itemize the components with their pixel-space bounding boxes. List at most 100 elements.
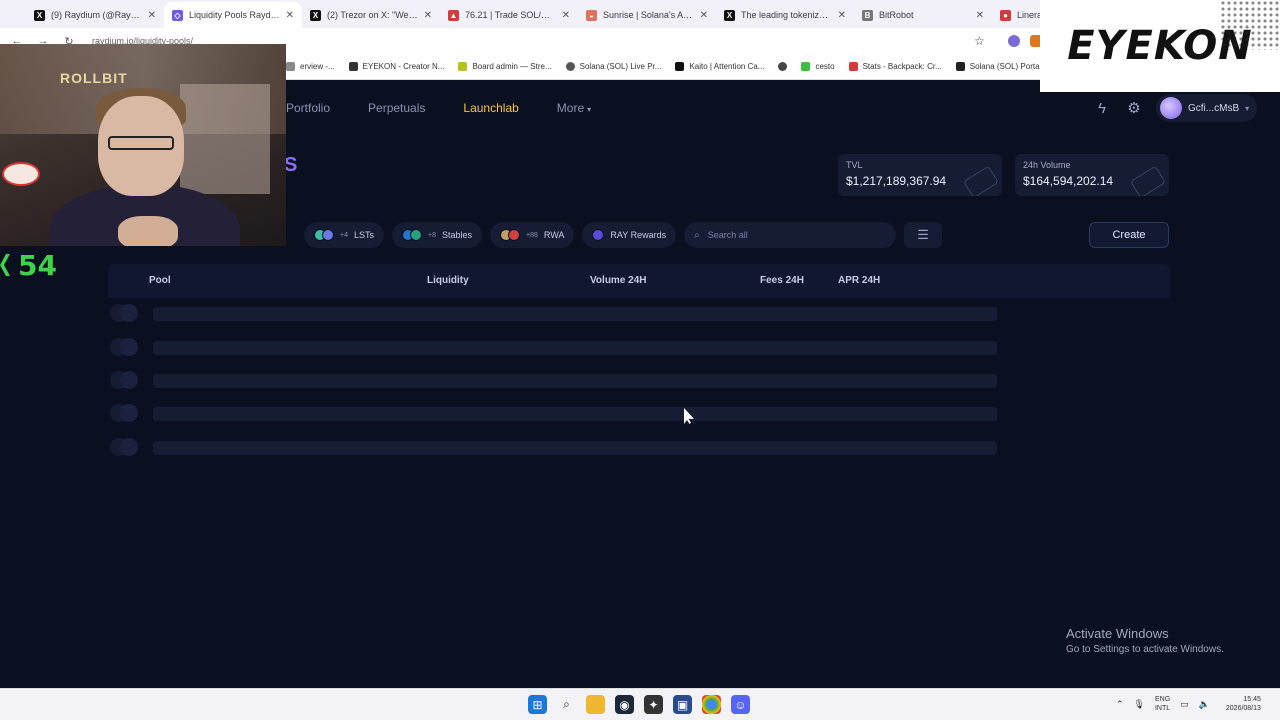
filter-rwa[interactable]: +88 RWA <box>490 222 575 248</box>
column-apr[interactable]: APR 24H <box>838 275 880 286</box>
nav-launchlab[interactable]: Launchlab <box>463 101 518 115</box>
nav-perpetuals[interactable]: Perpetuals <box>368 101 425 115</box>
app-icon[interactable]: ✦ <box>644 695 663 714</box>
close-tab-icon[interactable]: ✕ <box>700 10 708 21</box>
microphone-icon[interactable]: 🎙 <box>1134 699 1145 710</box>
x-logo-icon: X <box>34 9 45 21</box>
bookmark-item[interactable]: Solana (SOL) Portal... <box>955 62 1048 71</box>
bookmark-item[interactable]: EYEKON - Creator N... <box>348 62 444 71</box>
webcam-sign-text: ROLLBIT <box>60 70 128 86</box>
bookmark-item[interactable]: cesto <box>801 62 835 71</box>
close-tab-icon[interactable]: ✕ <box>424 10 432 21</box>
sliders-icon: ☰ <box>917 227 929 242</box>
bookmark-item[interactable]: Stats - Backpack: Cr... <box>848 62 942 71</box>
lightning-icon[interactable]: ϟ <box>1092 96 1112 120</box>
clock[interactable]: 15:45 2026/08/13 <box>1226 695 1261 713</box>
browser-tab[interactable]: X(9) Raydium (@Raydium)✕ <box>26 2 164 28</box>
nav-more-label: More <box>556 101 585 115</box>
search-input[interactable] <box>707 230 868 240</box>
sunrise-logo-icon: ◒ <box>586 9 597 21</box>
table-row-skeleton <box>108 336 1008 356</box>
token-placeholder-icon <box>120 438 138 456</box>
browser-tab[interactable]: B BitRobot ✕ <box>854 2 992 28</box>
main-nav: Portfolio Perpetuals Launchlab More ▾ <box>286 96 591 120</box>
nav-portfolio[interactable]: Portfolio <box>286 101 330 115</box>
rwa-more-count: +88 <box>526 231 538 239</box>
linera-logo-icon: ● <box>1000 9 1011 21</box>
tvl-decoration-icon <box>962 165 1000 196</box>
close-tab-icon[interactable]: ✕ <box>148 10 156 21</box>
x-logo-icon: X <box>310 9 321 21</box>
table-row-skeleton <box>108 369 1008 389</box>
stable-tokens-icon <box>402 229 422 241</box>
browser-tab[interactable]: ▲ 76.21 | Trade SOL/USD ✕ <box>440 2 578 28</box>
table-row-skeleton <box>108 402 1008 422</box>
show-hidden-icons-icon[interactable]: ⌃ <box>1116 699 1124 710</box>
steam-icon[interactable]: ◉ <box>615 695 634 714</box>
chrome-icon[interactable] <box>702 695 721 714</box>
filter-ray-rewards[interactable]: RAY Rewards <box>582 222 677 248</box>
bookmark-item[interactable]: Kaito | Attention Ca... <box>675 62 764 71</box>
token-placeholder-icon <box>120 371 138 389</box>
nav-actions: ϟ ⚙ Gcfi...cMsB ▾ <box>1092 94 1258 122</box>
browser-tab-active[interactable]: ◇ Liquidity Pools Raydium ✕ <box>164 2 302 28</box>
bookmark-item[interactable]: Board admin — Stre... <box>458 62 552 71</box>
bookmark-item[interactable]: Solana (SOL) Live Pr... <box>565 62 661 71</box>
discord-icon[interactable]: ☺ <box>731 695 750 714</box>
loading-bar <box>153 407 997 421</box>
language-indicator[interactable]: ENG INTL <box>1155 695 1170 713</box>
stables-more-count: +8 <box>428 231 436 239</box>
bookmark-favicon-icon <box>675 62 685 71</box>
bookmark-favicon-icon <box>955 62 965 71</box>
close-tab-icon[interactable]: ✕ <box>562 10 570 21</box>
search-box[interactable]: ⌕ <box>684 222 897 248</box>
filter-settings-button[interactable]: ☰ <box>904 222 943 248</box>
filter-lsts[interactable]: +4 LSTs <box>304 222 384 248</box>
volume-card: 24h Volume $164,594,202.14 <box>1015 154 1169 196</box>
column-fees[interactable]: Fees 24H <box>760 275 804 286</box>
bookmark-favicon-icon <box>565 62 575 71</box>
webcam-person-hand <box>118 216 178 246</box>
browser-tab[interactable]: ◒Sunrise | Solana's Asset G✕ <box>578 2 716 28</box>
pool-filters: +4 LSTs +8 Stables +88 RWA RAY Rewards ⌕… <box>304 222 943 248</box>
filter-stables-label: Stables <box>441 230 473 240</box>
bookmark-item[interactable]: erview -... <box>286 62 335 71</box>
create-button[interactable]: Create <box>1089 222 1169 248</box>
activate-subtitle: Go to Settings to activate Windows. <box>1066 644 1224 655</box>
file-explorer-icon[interactable] <box>586 695 605 714</box>
chevron-down-icon: ▾ <box>587 105 592 114</box>
volume-icon[interactable]: 🔈 <box>1199 699 1210 710</box>
bookmark-item[interactable] <box>778 62 788 71</box>
loading-bar <box>153 374 997 388</box>
column-pool[interactable]: Pool <box>149 275 171 286</box>
alert-logo-icon: ▲ <box>448 9 459 21</box>
activate-title: Activate Windows <box>1066 626 1169 641</box>
close-tab-icon[interactable]: ✕ <box>286 10 294 21</box>
volume-label: 24h Volume <box>1023 160 1071 170</box>
tvl-card: TVL $1,217,189,367.94 <box>838 154 1002 196</box>
column-volume[interactable]: Volume 24H <box>590 275 647 286</box>
bookmark-favicon-icon <box>458 62 468 71</box>
column-liquidity[interactable]: Liquidity <box>427 275 469 286</box>
close-tab-icon[interactable]: ✕ <box>976 10 984 21</box>
streaming-app-icon[interactable]: ▣ <box>673 695 692 714</box>
search-icon[interactable]: ⌕ <box>557 695 576 714</box>
bookmark-favicon-icon <box>778 62 788 71</box>
table-row-skeleton <box>108 302 1008 322</box>
extension-icon[interactable] <box>1008 35 1020 47</box>
token-placeholder-icon <box>120 404 138 422</box>
network-icon[interactable]: ▭ <box>1180 699 1189 710</box>
browser-tab[interactable]: X The leading tokenization ✕ <box>716 2 854 28</box>
close-tab-icon[interactable]: ✕ <box>838 10 846 21</box>
nav-more[interactable]: More ▾ <box>557 101 591 115</box>
windows-start-icon[interactable]: ⊞ <box>528 695 547 714</box>
gear-icon[interactable]: ⚙ <box>1124 96 1144 120</box>
browser-tab[interactable]: X(2) Trezor on X: "We have✕ <box>302 2 440 28</box>
filter-stables[interactable]: +8 Stables <box>392 222 483 248</box>
counter-bracket-icon <box>0 254 10 276</box>
wallet-button[interactable]: Gcfi...cMsB ▾ <box>1156 94 1258 122</box>
table-row-skeleton <box>108 436 1008 456</box>
bookmark-favicon-icon <box>848 62 858 71</box>
bookmark-star-icon[interactable]: ☆ <box>974 34 985 48</box>
stream-counter: 54 <box>0 249 57 282</box>
